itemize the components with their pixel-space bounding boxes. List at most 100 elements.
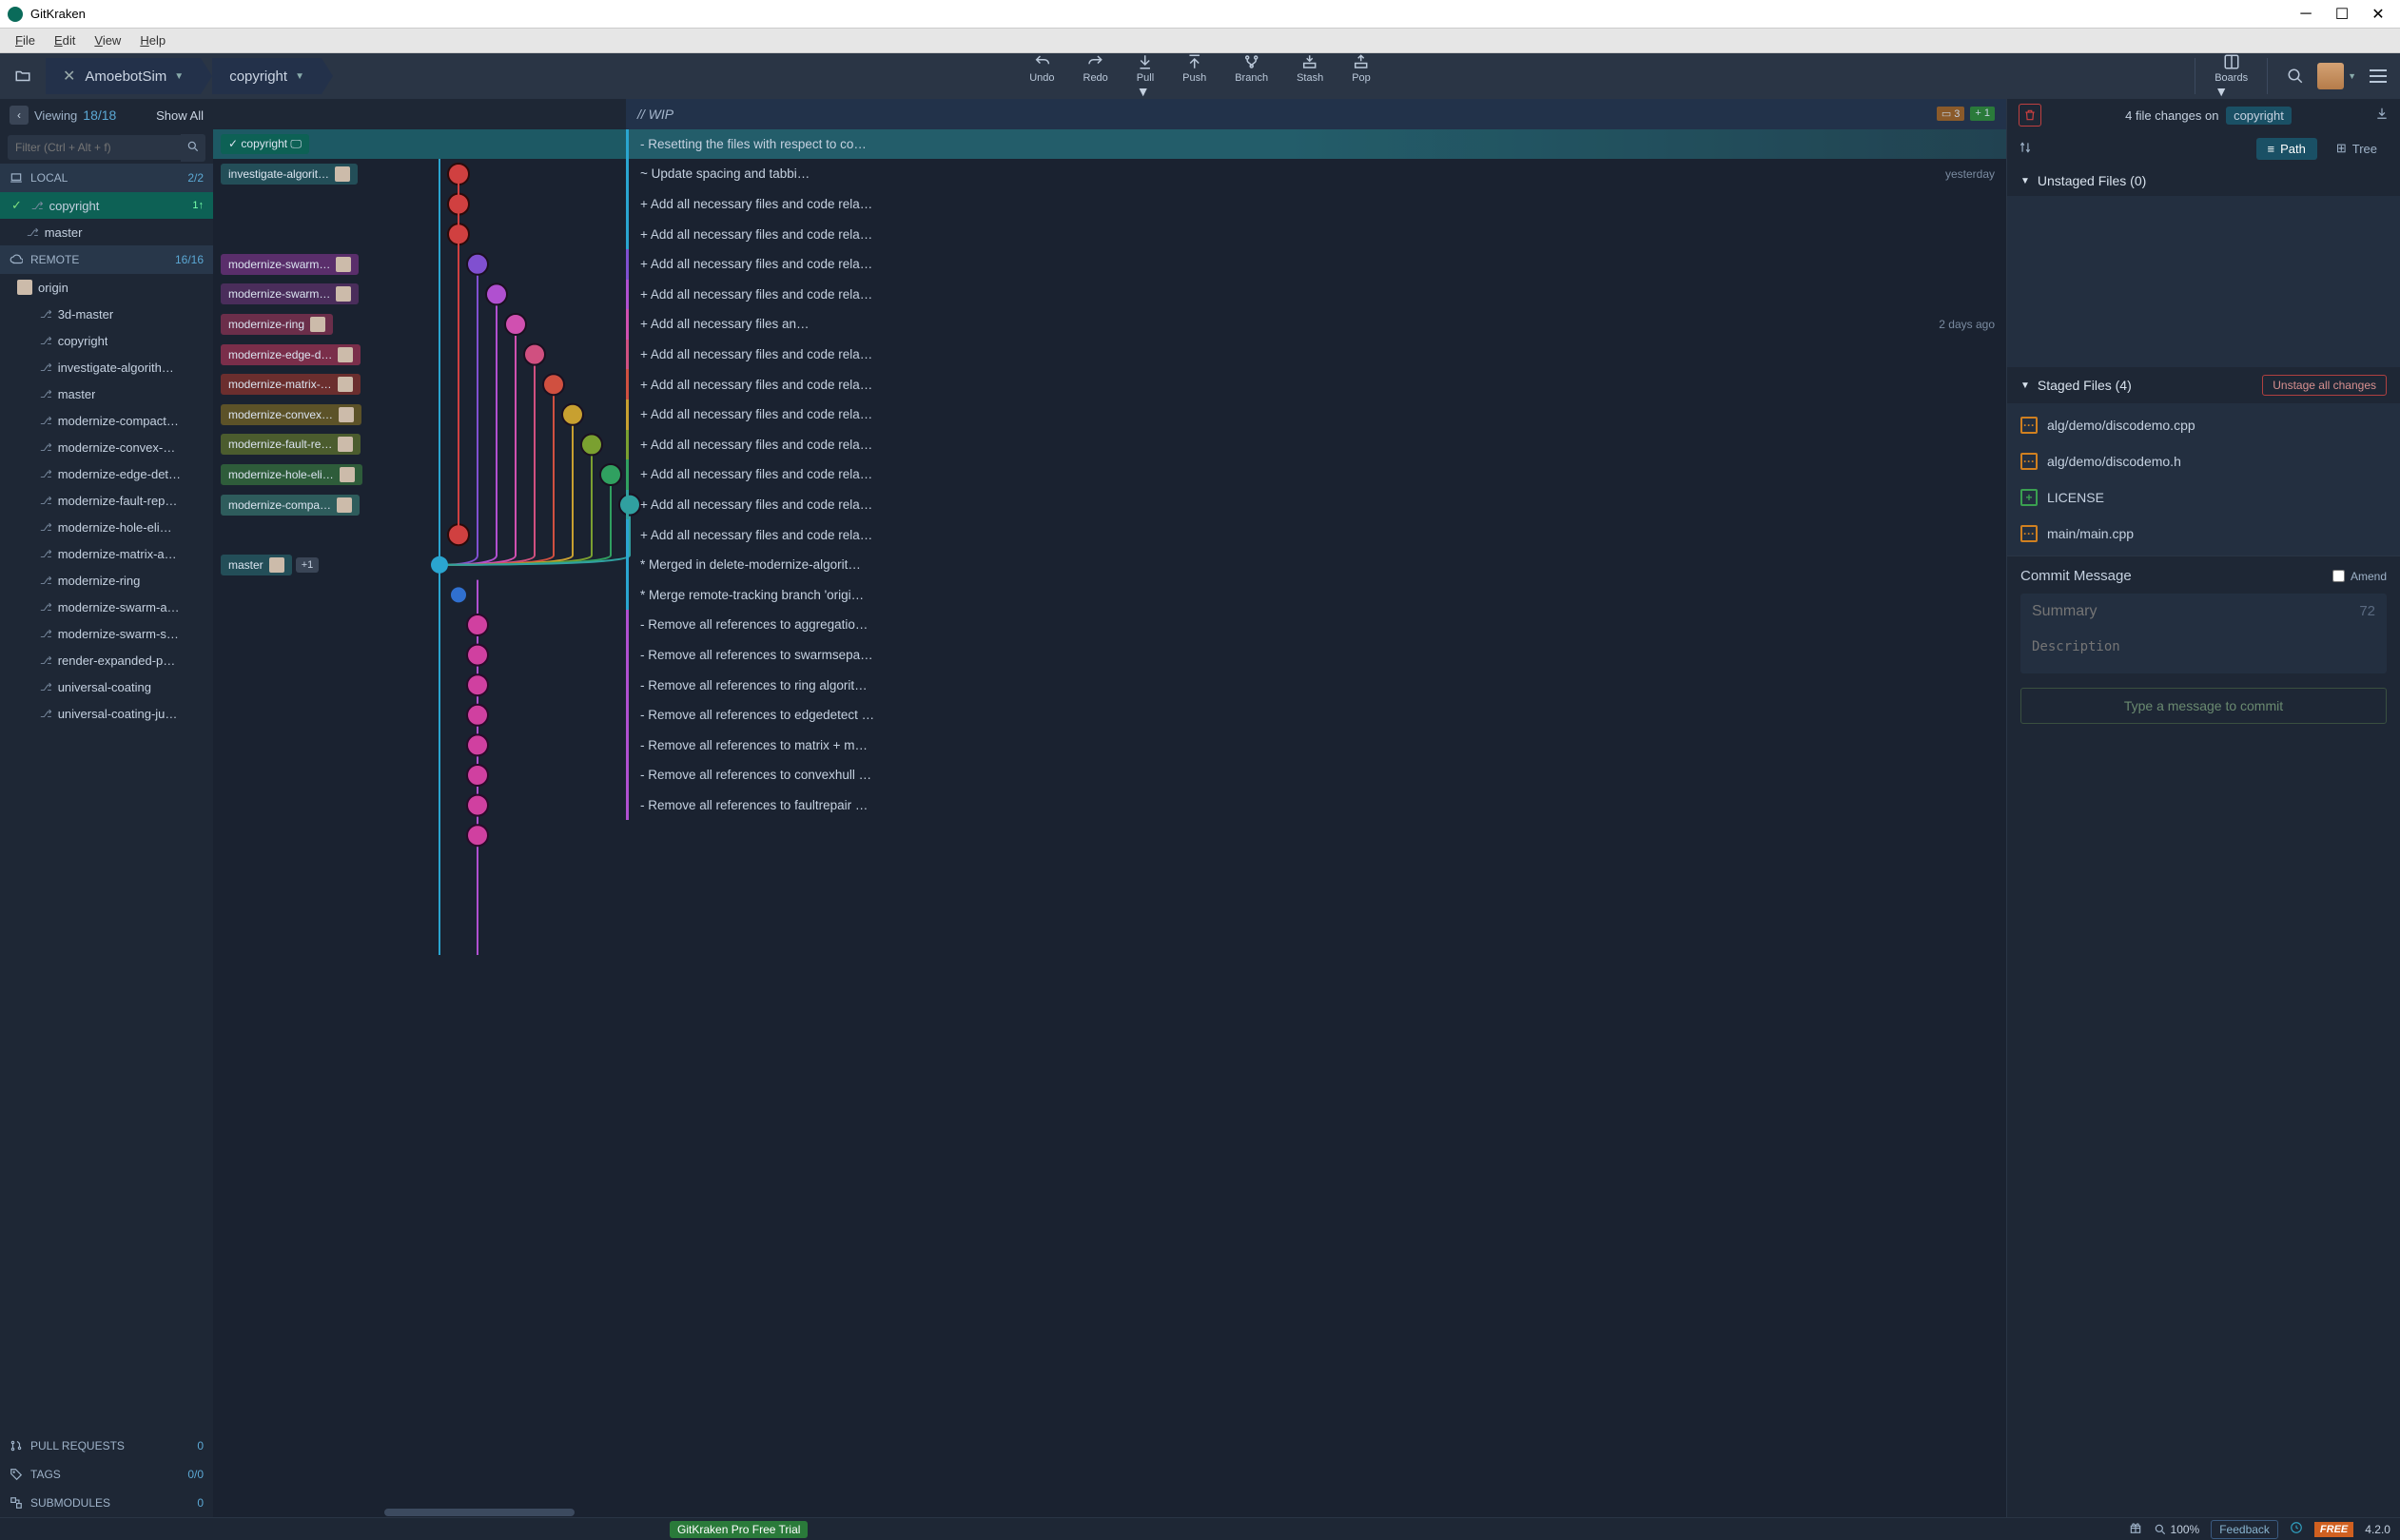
commit-message[interactable]: + Add all necessary files and code rela… [626,189,2006,220]
commit-message[interactable]: ~ Update spacing and tabbi…yesterday [626,159,2006,189]
sidebar-item-modernize-compact-[interactable]: ⎇modernize-compact… [0,407,213,434]
breadcrumb-repo[interactable]: ✕ AmoebotSim ▼ [46,58,201,94]
file-row[interactable]: ···alg/demo/discodemo.h [2007,443,2400,479]
commit-message[interactable]: - Remove all references to faultrepair … [626,790,2006,821]
pull-button[interactable]: Pull [1137,53,1154,84]
tree-view-button[interactable]: ⊞Tree [2325,137,2389,160]
commit-message[interactable]: - Remove all references to swarmsepa… [626,640,2006,671]
menu-view[interactable]: View [85,30,130,50]
sidebar-item-universal-coating[interactable]: ⎇universal-coating [0,673,213,700]
sidebar-item-modernize-swarm-a-[interactable]: ⎇modernize-swarm-a… [0,594,213,620]
commit-message[interactable]: + Add all necessary files and code rela… [626,280,2006,310]
sidebar-item-copyright[interactable]: ✓⎇copyright1↑ [0,192,213,219]
commit-message[interactable]: - Remove all references to edgedetect … [626,700,2006,731]
sidebar-item-modernize-matrix-a-[interactable]: ⎇modernize-matrix-a… [0,540,213,567]
menu-help[interactable]: Help [130,30,175,50]
trial-badge[interactable]: GitKraken Pro Free Trial [670,1521,808,1538]
commit-message[interactable]: + Add all necessary files and code rela… [626,219,2006,249]
tags-section[interactable]: TAGS 0/0 [0,1460,213,1489]
commit-button[interactable]: Type a message to commit [2020,688,2387,724]
close-tab-icon[interactable]: ✕ [63,67,75,86]
zoom-control[interactable]: 100% [2154,1523,2200,1536]
commit-message[interactable]: + Add all necessary files and code rela… [626,490,2006,520]
search-icon[interactable] [181,134,205,162]
commit-message[interactable]: + Add all necessary files and code rela… [626,430,2006,460]
sidebar-item-modernize-hole-eli-[interactable]: ⎇modernize-hole-eli… [0,514,213,540]
feedback-button[interactable]: Feedback [2211,1520,2278,1539]
sidebar-item-modernize-edge-det-[interactable]: ⎇modernize-edge-det… [0,460,213,487]
local-section[interactable]: LOCAL 2/2 [0,164,213,192]
commit-message[interactable]: - Remove all references to ring algorit… [626,670,2006,700]
remote-section[interactable]: REMOTE 16/16 [0,245,213,274]
filter-input[interactable] [8,135,181,160]
sidebar-item-master[interactable]: ⎇master [0,380,213,407]
close-button[interactable]: ✕ [2371,8,2385,21]
chevron-down-icon[interactable]: ▼ [1137,84,1150,99]
commit-message[interactable]: + Add all necessary files and code rela… [626,340,2006,370]
file-row[interactable]: ···main/main.cpp [2007,516,2400,552]
discard-button[interactable] [2019,104,2041,127]
maximize-button[interactable]: ☐ [2335,8,2349,21]
branch-button[interactable]: Branch [1235,53,1268,84]
pop-button[interactable]: Pop [1352,53,1371,84]
commit-message[interactable]: + Add all necessary files an…2 days ago [626,309,2006,340]
commit-message[interactable]: - Remove all references to convexhull … [626,760,2006,790]
file-row[interactable]: +LICENSE [2007,479,2400,516]
staged-header[interactable]: ▼ Staged Files (4) Unstage all changes [2007,367,2400,403]
summary-input[interactable] [2020,594,2387,630]
show-all-button[interactable]: Show All [156,108,204,123]
sidebar-item-copyright[interactable]: ⎇copyright [0,327,213,354]
hamburger-menu[interactable] [2370,69,2387,83]
unstage-all-button[interactable]: Unstage all changes [2262,375,2387,396]
redo-button[interactable]: Redo [1083,53,1108,84]
sidebar-item-master[interactable]: ⎇master [0,219,213,245]
stash-button[interactable]: Stash [1297,53,1323,84]
commit-message[interactable]: + Add all necessary files and code rela… [626,400,2006,430]
commit-message[interactable]: * Merge remote-tracking branch 'origi… [626,580,2006,611]
origin-item[interactable]: origin [0,274,213,301]
push-button[interactable]: Push [1182,53,1206,84]
commit-message[interactable]: + Add all necessary files and code rela… [626,459,2006,490]
amend-checkbox[interactable]: Amend [2332,570,2387,583]
sidebar-item-modernize-fault-rep-[interactable]: ⎇modernize-fault-rep… [0,487,213,514]
repo-folder-button[interactable] [0,53,46,99]
user-menu[interactable]: ▼ [2317,63,2356,89]
gift-icon[interactable] [2129,1521,2142,1537]
undo-button[interactable]: Undo [1029,53,1054,84]
unstaged-header[interactable]: ▼Unstaged Files (0) [2007,166,2400,196]
breadcrumb-branch[interactable]: copyright ▼ [212,58,322,94]
pull-requests-section[interactable]: PULL REQUESTS 0 [0,1432,213,1460]
sidebar-item-3d-master[interactable]: ⎇3d-master [0,301,213,327]
sidebar-item-investigate-algorith-[interactable]: ⎇investigate-algorith… [0,354,213,380]
commit-message[interactable]: - Resetting the files with respect to co… [626,129,2006,160]
menu-edit[interactable]: Edit [45,30,85,50]
description-input[interactable] [2020,630,2387,673]
sidebar-item-modernize-convex--[interactable]: ⎇modernize-convex-… [0,434,213,460]
submodules-section[interactable]: SUBMODULES 0 [0,1489,213,1517]
path-view-button[interactable]: ≡Path [2256,138,2317,160]
branch-name: copyright [229,68,287,85]
commit-message[interactable]: - Remove all references to matrix + m… [626,731,2006,761]
commit-message[interactable]: + Add all necessary files and code rela… [626,369,2006,400]
sidebar-item-modernize-ring[interactable]: ⎇modernize-ring [0,567,213,594]
sidebar-item-modernize-swarm-s-[interactable]: ⎇modernize-swarm-s… [0,620,213,647]
support-icon[interactable] [2290,1521,2303,1537]
back-button[interactable]: ‹ [10,106,29,125]
sidebar-item-render-expanded-p-[interactable]: ⎇render-expanded-p… [0,647,213,673]
sidebar-item-universal-coating-ju-[interactable]: ⎇universal-coating-ju… [0,700,213,727]
commit-message[interactable]: - Remove all references to aggregatio… [626,610,2006,640]
commit-message[interactable]: + Add all necessary files and code rela… [626,249,2006,280]
minimize-button[interactable]: ─ [2299,8,2312,21]
sort-icon[interactable] [2019,141,2032,157]
version-label: 4.2.0 [2365,1523,2390,1536]
menu-file[interactable]: File [6,30,45,50]
download-icon[interactable] [2375,107,2389,125]
boards-button[interactable]: Boards [2215,53,2248,84]
chevron-down-icon: ▼ [2348,71,2356,81]
file-row[interactable]: ···alg/demo/discodemo.cpp [2007,407,2400,443]
search-icon[interactable] [2287,68,2304,85]
chevron-down-icon[interactable]: ▼ [2215,84,2228,99]
horizontal-scrollbar[interactable] [213,1508,2006,1517]
commit-message[interactable]: + Add all necessary files and code rela… [626,519,2006,550]
commit-message[interactable]: * Merged in delete-modernize-algorit… [626,550,2006,580]
